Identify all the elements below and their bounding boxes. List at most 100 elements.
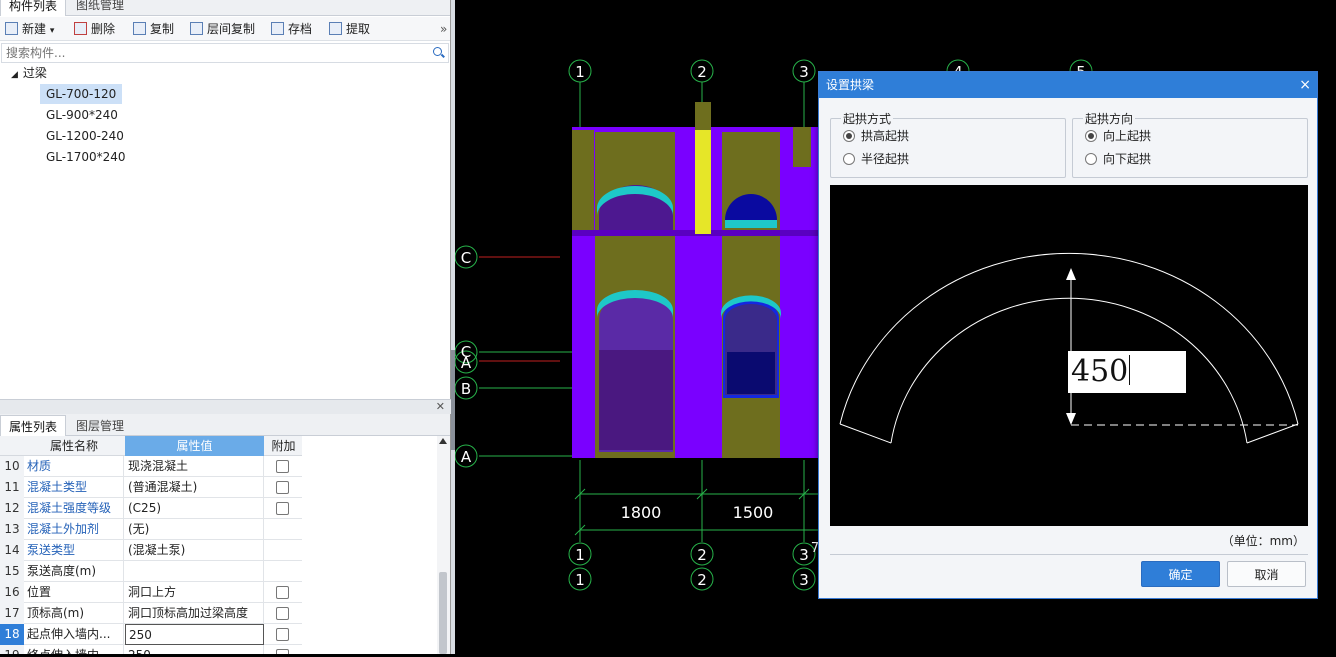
dimension-text: 1500 xyxy=(733,503,774,522)
row-number: 16 xyxy=(0,582,24,603)
arch-preview: 450 xyxy=(830,185,1308,526)
axis-label-bottom: 3 xyxy=(799,571,809,589)
property-value[interactable]: 洞口上方 xyxy=(125,582,264,603)
property-row[interactable]: 18 起点伸入墙内... 250 xyxy=(0,624,302,645)
delete-icon xyxy=(74,22,87,35)
tree-root-lintel[interactable]: ◢ 过梁 xyxy=(11,63,47,83)
radio-arch-radius[interactable]: 半径起拱 xyxy=(843,150,909,168)
property-scrollbar[interactable] xyxy=(437,436,450,654)
tab-layer-management[interactable]: 图层管理 xyxy=(68,415,132,437)
property-row[interactable]: 14 泵送类型 (混凝土泵) xyxy=(0,540,302,561)
cancel-button[interactable]: 取消 xyxy=(1227,561,1306,587)
panel-divider[interactable]: ✕ xyxy=(0,399,451,414)
delete-button[interactable]: 删除 xyxy=(74,20,115,38)
component-search xyxy=(1,43,449,63)
collapse-icon[interactable]: ◢ xyxy=(11,70,18,80)
component-tabs: 构件列表 图纸管理 xyxy=(0,0,450,16)
row-number: 14 xyxy=(0,540,24,561)
tree-item[interactable]: GL-1200-240 xyxy=(46,126,124,146)
scroll-thumb[interactable] xyxy=(439,572,447,654)
extra-checkbox[interactable] xyxy=(276,586,289,599)
axis-label-bottom: 1 xyxy=(575,571,585,589)
axis-label-top: 3 xyxy=(799,63,809,81)
property-value[interactable]: (普通混凝土) xyxy=(125,477,264,498)
property-row[interactable]: 12 混凝土强度等级 (C25) xyxy=(0,498,302,519)
chevron-down-icon[interactable]: ▾ xyxy=(50,26,55,36)
new-button[interactable]: 新建 ▾ xyxy=(5,20,54,38)
property-name: 位置 xyxy=(24,582,124,603)
dialog-title: 设置拱梁 xyxy=(826,78,875,92)
extra-checkbox[interactable] xyxy=(276,460,289,473)
property-name: 混凝土类型 xyxy=(24,477,124,498)
axis-label-bottom: 2 xyxy=(697,546,707,564)
search-input[interactable] xyxy=(2,44,422,62)
row-number: 13 xyxy=(0,519,24,540)
tree-item[interactable]: GL-700-120 xyxy=(40,84,123,104)
radio-arch-up[interactable]: 向上起拱 xyxy=(1085,127,1151,145)
property-row[interactable]: 19终点伸入墙内...250 xyxy=(0,645,302,654)
close-icon[interactable]: ✕ xyxy=(436,400,445,413)
property-value[interactable]: 现浇混凝土 xyxy=(125,456,264,477)
property-name: 顶标高(m) xyxy=(24,603,124,624)
extra-checkbox[interactable] xyxy=(276,607,289,620)
property-extra-cell xyxy=(265,498,302,519)
axis-label-bottom: 1 xyxy=(575,546,585,564)
extract-button[interactable]: 提取 xyxy=(329,20,370,38)
component-toolbar: 新建 ▾ 删除 复制 层间复制 存档 提取 » xyxy=(0,17,450,41)
property-row[interactable]: 11 混凝土类型 (普通混凝土) xyxy=(0,477,302,498)
extra-checkbox[interactable] xyxy=(276,628,289,641)
radio-selected-icon[interactable] xyxy=(1085,130,1097,142)
arch-direction-group: 起拱方向 向上起拱 向下起拱 xyxy=(1072,110,1308,178)
tree-item[interactable]: GL-900*240 xyxy=(46,105,118,125)
axis-label-bottom: 3 xyxy=(799,546,809,564)
property-row[interactable]: 15 泵送高度(m) xyxy=(0,561,302,582)
property-name: 泵送高度(m) xyxy=(24,561,124,582)
property-value[interactable]: (无) xyxy=(125,519,264,540)
radio-unselected-icon[interactable] xyxy=(843,153,855,165)
toolbar-more-button[interactable]: » xyxy=(440,20,447,38)
property-value[interactable]: (C25) xyxy=(125,498,264,519)
property-name: 材质 xyxy=(24,456,124,477)
extract-icon xyxy=(329,22,342,35)
dimension-text: 1800 xyxy=(621,503,662,522)
property-value[interactable]: 洞口顶标高加过梁高度 xyxy=(125,603,264,624)
copy-button[interactable]: 复制 xyxy=(133,20,174,38)
radio-arch-height[interactable]: 拱高起拱 xyxy=(843,127,909,145)
property-row[interactable]: 10 材质 现浇混凝土 xyxy=(0,456,302,477)
property-name: 混凝土强度等级 xyxy=(24,498,124,519)
axis-label-top: 2 xyxy=(697,63,707,81)
property-extra-cell xyxy=(265,645,302,654)
extra-checkbox[interactable] xyxy=(276,649,289,654)
row-number: 17 xyxy=(0,603,24,624)
archive-button[interactable]: 存档 xyxy=(271,20,312,38)
property-name: 混凝土外加剂 xyxy=(24,519,124,540)
radio-selected-icon[interactable] xyxy=(843,130,855,142)
property-value[interactable]: (混凝土泵) xyxy=(125,540,264,561)
radio-arch-down[interactable]: 向下起拱 xyxy=(1085,150,1151,168)
ok-button[interactable]: 确定 xyxy=(1141,561,1220,587)
radio-unselected-icon[interactable] xyxy=(1085,153,1097,165)
tab-drawing-management[interactable]: 图纸管理 xyxy=(68,0,132,16)
layer-copy-button[interactable]: 层间复制 xyxy=(190,20,255,38)
property-table-header: 属性名称 属性值 附加 xyxy=(0,436,302,456)
property-row[interactable]: 17 顶标高(m) 洞口顶标高加过梁高度 xyxy=(0,603,302,624)
extra-checkbox[interactable] xyxy=(276,481,289,494)
tree-item[interactable]: GL-1700*240 xyxy=(46,147,126,167)
axis-label-left: C xyxy=(461,249,471,267)
property-value-input[interactable]: 250 xyxy=(125,624,264,645)
property-row[interactable]: 16 位置 洞口上方 xyxy=(0,582,302,603)
extra-checkbox[interactable] xyxy=(276,502,289,515)
scroll-up-icon[interactable] xyxy=(439,438,447,444)
property-value[interactable] xyxy=(125,561,264,582)
dialog-title-bar[interactable]: 设置拱梁 xyxy=(819,72,1317,98)
tab-property-list[interactable]: 属性列表 xyxy=(0,415,67,437)
row-number: 19 xyxy=(0,645,24,654)
tab-component-list[interactable]: 构件列表 xyxy=(0,0,67,16)
arch-height-input[interactable]: 450 xyxy=(1068,351,1186,393)
search-icon[interactable] xyxy=(433,47,442,56)
close-icon[interactable]: × xyxy=(1299,72,1311,98)
property-extra-cell xyxy=(265,540,302,561)
property-value[interactable]: 250 xyxy=(125,645,264,654)
property-row[interactable]: 13 混凝土外加剂 (无) xyxy=(0,519,302,540)
axis-label-bottom: 2 xyxy=(697,571,707,589)
